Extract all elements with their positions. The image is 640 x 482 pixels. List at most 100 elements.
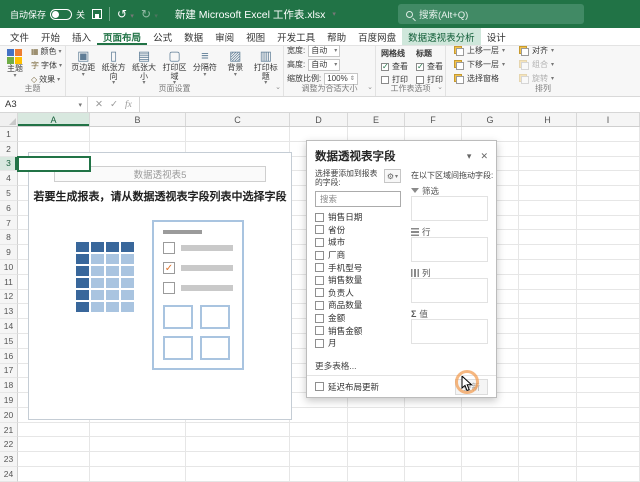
cell-g21[interactable] [462, 423, 519, 438]
field-item[interactable]: 销售日期 [315, 211, 401, 224]
cell-g24[interactable] [462, 467, 519, 482]
field-checkbox[interactable] [315, 213, 324, 222]
column-header-c[interactable]: C [186, 113, 290, 126]
row-header-13[interactable]: 13 [0, 304, 18, 319]
field-checkbox[interactable] [315, 263, 324, 272]
view-checkbox[interactable]: 查看 [416, 61, 443, 72]
cell-i20[interactable] [577, 408, 640, 423]
dialog-launcher-icon[interactable]: ⌄ [437, 82, 443, 94]
pane-close-icon[interactable]: ✕ [480, 151, 488, 162]
row-header-17[interactable]: 17 [0, 364, 18, 379]
cell-h5[interactable] [519, 186, 577, 201]
cell-f23[interactable] [405, 452, 462, 467]
send-backward-button[interactable]: 下移一层▾ [454, 59, 505, 70]
ribbon-tab[interactable]: 插入 [66, 28, 97, 45]
field-item[interactable]: 金额 [315, 312, 401, 325]
row-header-23[interactable]: 23 [0, 452, 18, 467]
column-header-h[interactable]: H [519, 113, 577, 126]
colors-button[interactable]: ▦颜色▾ [31, 46, 62, 57]
ribbon-tab[interactable]: 数据 [178, 28, 209, 45]
row-header-8[interactable]: 8 [0, 230, 18, 245]
cell-i1[interactable] [577, 127, 640, 142]
cell-h9[interactable] [519, 245, 577, 260]
column-header-f[interactable]: F [405, 113, 462, 126]
cell-d22[interactable] [290, 437, 348, 452]
cell-f22[interactable] [405, 437, 462, 452]
cell-b23[interactable] [90, 452, 186, 467]
cell-i21[interactable] [577, 423, 640, 438]
redo-button[interactable]: ↻ ▾ [141, 8, 158, 20]
defer-layout-checkbox[interactable] [315, 382, 324, 391]
row-header-7[interactable]: 7 [0, 216, 18, 231]
ribbon-tab[interactable]: 审阅 [209, 28, 240, 45]
row-header-16[interactable]: 16 [0, 349, 18, 364]
field-item[interactable]: 商品数量 [315, 299, 401, 312]
select-all-corner[interactable] [0, 113, 18, 126]
cell-e23[interactable] [348, 452, 405, 467]
area-dropzone-filters[interactable] [411, 196, 488, 221]
orientation-button[interactable]: ▯纸张方向▾ [99, 48, 127, 83]
search-box[interactable]: 搜索(Alt+Q) [398, 4, 584, 24]
dialog-launcher-icon[interactable]: ⌄ [275, 82, 281, 94]
row-header-24[interactable]: 24 [0, 467, 18, 482]
cell-d24[interactable] [290, 467, 348, 482]
cell-h15[interactable] [519, 334, 577, 349]
cell-e24[interactable] [348, 467, 405, 482]
row-header-5[interactable]: 5 [0, 186, 18, 201]
field-checkbox[interactable] [315, 238, 324, 247]
cell-a1[interactable] [18, 127, 90, 142]
field-item[interactable]: 厂商 [315, 249, 401, 262]
cell-d21[interactable] [290, 423, 348, 438]
group-button[interactable]: 组合▾ [519, 59, 554, 70]
cell-a23[interactable] [18, 452, 90, 467]
cell-h10[interactable] [519, 260, 577, 275]
margins-button[interactable]: ▣页边距▾ [69, 48, 97, 83]
row-header-15[interactable]: 15 [0, 334, 18, 349]
cell-i7[interactable] [577, 216, 640, 231]
column-header-b[interactable]: B [90, 113, 186, 126]
cell-h4[interactable] [519, 171, 577, 186]
cell-h11[interactable] [519, 275, 577, 290]
column-header-g[interactable]: G [462, 113, 519, 126]
field-search-input[interactable]: 搜索 [315, 191, 401, 207]
dialog-launcher-icon[interactable]: ⌄ [367, 82, 373, 94]
cell-f24[interactable] [405, 467, 462, 482]
cell-h21[interactable] [519, 423, 577, 438]
cell-h16[interactable] [519, 349, 577, 364]
cell-e20[interactable] [348, 408, 405, 423]
cell-d23[interactable] [290, 452, 348, 467]
area-dropzone-values[interactable] [411, 319, 488, 344]
row-header-20[interactable]: 20 [0, 408, 18, 423]
field-checkbox[interactable] [315, 326, 324, 335]
cell-h22[interactable] [519, 437, 577, 452]
cell-i4[interactable] [577, 171, 640, 186]
ribbon-tab[interactable]: 页面布局 [97, 28, 147, 45]
cell-c1[interactable] [186, 127, 290, 142]
column-header-e[interactable]: E [348, 113, 405, 126]
cell-i11[interactable] [577, 275, 640, 290]
paper-size-button[interactable]: ▤纸张大小▾ [130, 48, 158, 83]
cell-c24[interactable] [186, 467, 290, 482]
ribbon-tab[interactable]: 数据透视表分析 [402, 28, 481, 45]
cell-c21[interactable] [186, 423, 290, 438]
field-checkbox[interactable] [315, 225, 324, 234]
scale-width-control[interactable]: 宽度: 自动▾ [287, 45, 372, 57]
cell-e21[interactable] [348, 423, 405, 438]
background-button[interactable]: ▨背景▾ [221, 48, 249, 83]
ribbon-tab[interactable]: 帮助 [321, 28, 352, 45]
cell-h20[interactable] [519, 408, 577, 423]
field-checkbox[interactable] [315, 251, 324, 260]
ribbon-tab[interactable]: 文件 [4, 28, 35, 45]
scale-height-control[interactable]: 高度: 自动▾ [287, 59, 372, 71]
cell-h17[interactable] [519, 364, 577, 379]
cell-i17[interactable] [577, 364, 640, 379]
cell-d20[interactable] [290, 408, 348, 423]
bring-forward-button[interactable]: 上移一层▾ [454, 45, 505, 56]
undo-button[interactable]: ↺ ▾ [117, 8, 134, 20]
cell-i9[interactable] [577, 245, 640, 260]
cell-h18[interactable] [519, 378, 577, 393]
cell-i16[interactable] [577, 349, 640, 364]
field-checkbox[interactable] [315, 288, 324, 297]
field-item[interactable]: 月 [315, 337, 401, 350]
cell-i10[interactable] [577, 260, 640, 275]
